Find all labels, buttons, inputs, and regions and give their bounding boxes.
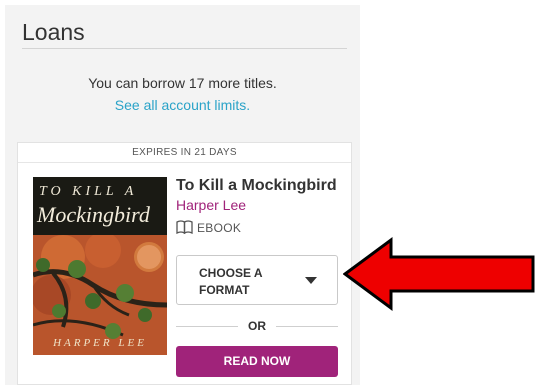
or-divider-left — [176, 326, 238, 327]
loans-panel: Loans You can borrow 17 more titles. See… — [5, 5, 360, 385]
arrow-left-icon — [343, 237, 535, 311]
title-divider — [22, 48, 347, 49]
page-title: Loans — [22, 19, 85, 45]
or-label: OR — [248, 319, 266, 333]
book-title[interactable]: To Kill a Mockingbird — [176, 177, 337, 195]
book-cover[interactable]: TO KILL A Mockingbird HARPER LEE — [33, 177, 167, 355]
choose-format-dropdown[interactable]: CHOOSE A FORMAT — [176, 255, 338, 305]
book-author-link[interactable]: Harper Lee — [176, 197, 246, 213]
open-book-icon — [176, 220, 193, 235]
expires-label: EXPIRES IN 21 DAYS — [18, 143, 351, 163]
account-limits-link[interactable]: See all account limits. — [5, 97, 360, 113]
format-label: EBOOK — [197, 221, 242, 235]
cover-title-line1: TO KILL A — [39, 184, 138, 199]
read-now-button[interactable]: READ NOW — [176, 346, 338, 377]
chevron-down-icon — [305, 277, 317, 284]
borrow-limit-text: You can borrow 17 more titles. — [88, 75, 277, 91]
choose-format-label: CHOOSE A FORMAT — [199, 266, 263, 297]
or-divider-right — [276, 326, 338, 327]
cover-title-band: TO KILL A Mockingbird — [33, 177, 167, 235]
cover-title-line2: Mockingbird — [37, 202, 150, 227]
loan-card: EXPIRES IN 21 DAYS TO KILL A Mockingbird — [17, 142, 352, 385]
cover-byline: HARPER LEE — [53, 337, 147, 349]
